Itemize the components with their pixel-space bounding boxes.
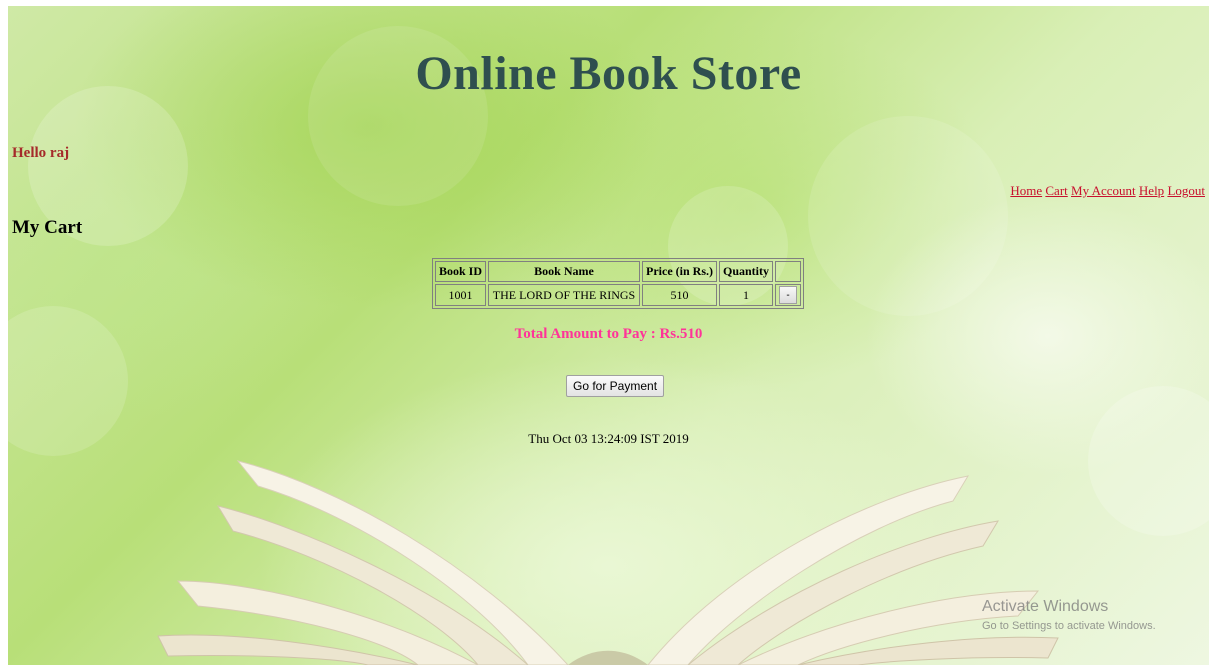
user-greeting: Hello raj — [12, 145, 70, 161]
activate-windows-watermark: Activate Windows Go to Settings to activ… — [982, 598, 1156, 632]
cell-quantity: 1 — [719, 284, 774, 306]
current-datetime: Thu Oct 03 13:24:09 IST 2019 — [528, 431, 689, 446]
column-header-book-name: Book Name — [488, 261, 641, 282]
nav-my-account-link[interactable]: My Account — [1071, 183, 1136, 198]
top-nav: Home Cart My Account Help Logout — [1010, 183, 1205, 199]
cart-heading: My Cart — [12, 217, 83, 238]
cart-table: Book ID Book Name Price (in Rs.) Quantit… — [432, 258, 805, 309]
cell-price: 510 — [642, 284, 717, 306]
watermark-subtitle: Go to Settings to activate Windows. — [982, 620, 1156, 632]
page-title: Online Book Store — [415, 47, 802, 100]
nav-cart-link[interactable]: Cart — [1045, 183, 1067, 198]
cell-book-name: THE LORD OF THE RINGS — [488, 284, 641, 306]
cell-book-id: 1001 — [435, 284, 487, 306]
decrease-quantity-button[interactable]: - — [779, 286, 798, 304]
table-row: 1001 THE LORD OF THE RINGS 510 1 - — [435, 284, 802, 306]
total-amount: Total Amount to Pay : Rs.510 — [514, 326, 703, 342]
nav-help-link[interactable]: Help — [1139, 183, 1164, 198]
go-for-payment-button[interactable]: Go for Payment — [566, 375, 665, 397]
table-header-row: Book ID Book Name Price (in Rs.) Quantit… — [435, 261, 802, 282]
bokeh-light — [808, 116, 1008, 316]
column-header-action — [775, 261, 802, 282]
column-header-price: Price (in Rs.) — [642, 261, 717, 282]
nav-home-link[interactable]: Home — [1010, 183, 1042, 198]
page-background: Online Book Store Hello raj Home Cart My… — [8, 6, 1209, 665]
bokeh-light — [1088, 386, 1209, 536]
cell-action: - — [775, 284, 802, 306]
watermark-title: Activate Windows — [982, 598, 1109, 615]
nav-logout-link[interactable]: Logout — [1167, 183, 1205, 198]
column-header-book-id: Book ID — [435, 261, 487, 282]
column-header-quantity: Quantity — [719, 261, 774, 282]
